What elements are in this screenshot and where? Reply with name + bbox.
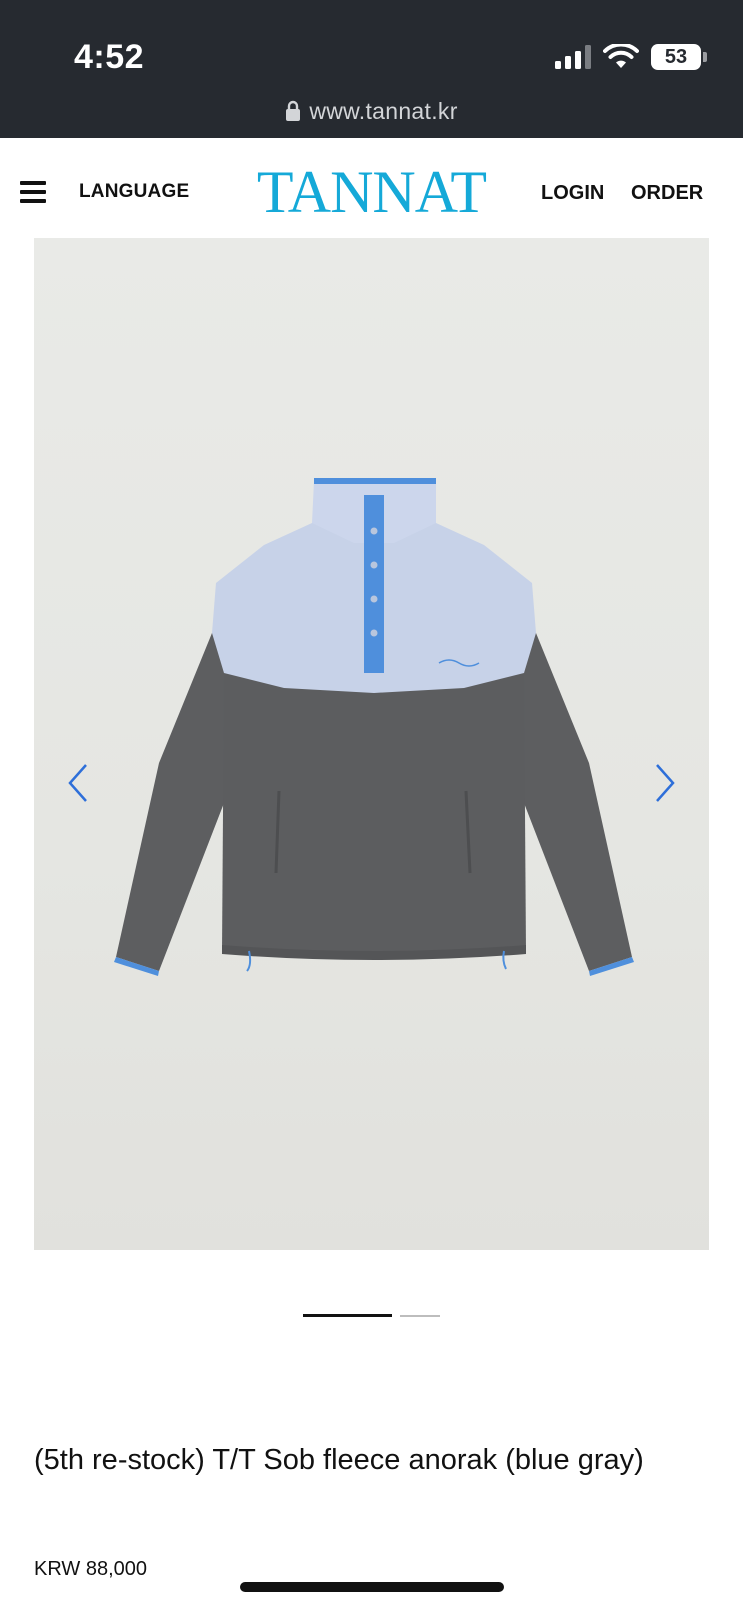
cellular-signal-icon: [555, 45, 591, 69]
previous-image-arrow-icon[interactable]: [64, 761, 94, 805]
language-link[interactable]: LANGUAGE: [79, 181, 189, 203]
hamburger-menu-icon[interactable]: [20, 181, 46, 203]
site-logo[interactable]: TANNAT: [244, 160, 499, 224]
gallery-pagination: [0, 1314, 743, 1318]
status-icons: 53: [555, 44, 707, 70]
address-bar[interactable]: www.tannat.kr: [0, 98, 743, 125]
wifi-icon: [603, 44, 639, 68]
product-title: (5th re-stock) T/T Sob fleece anorak (bl…: [34, 1444, 644, 1476]
status-and-url-bar: 4:52 53 www.tannat.kr: [0, 0, 743, 138]
pagination-indicator-active[interactable]: [303, 1314, 392, 1317]
product-price: KRW 88,000: [34, 1558, 148, 1580]
login-link[interactable]: LOGIN: [541, 182, 604, 205]
product-image[interactable]: [34, 238, 709, 1250]
site-header: LANGUAGE TANNAT LOGIN ORDER: [0, 138, 743, 236]
order-link[interactable]: ORDER: [631, 182, 703, 205]
battery-level: 53: [664, 46, 688, 68]
battery-icon: 53: [651, 44, 707, 70]
status-time: 4:52: [74, 38, 145, 76]
home-indicator[interactable]: [240, 1582, 504, 1592]
lock-icon: [286, 100, 301, 121]
pagination-indicator-inactive[interactable]: [400, 1314, 440, 1317]
url-text: www.tannat.kr: [309, 98, 458, 124]
fleece-anorak-image: [114, 478, 634, 976]
next-image-arrow-icon[interactable]: [649, 761, 679, 805]
